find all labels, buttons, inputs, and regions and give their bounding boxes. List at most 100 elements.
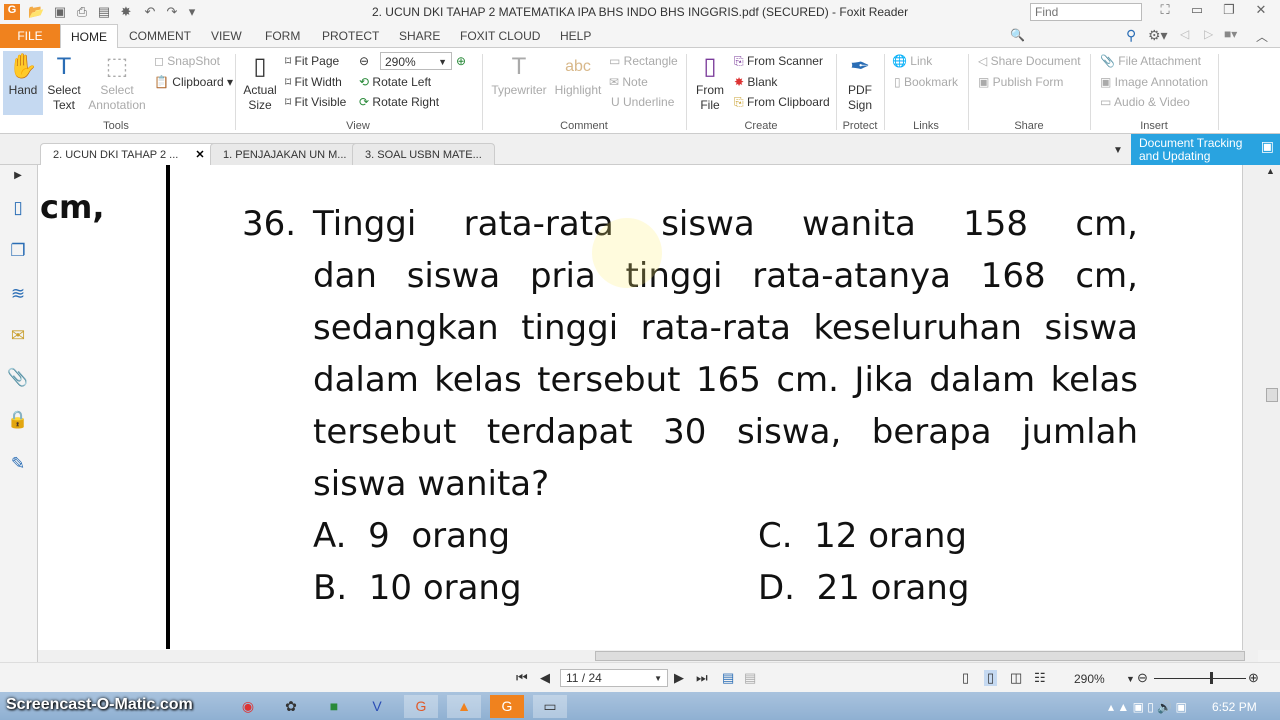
tab-help[interactable]: HELP [550, 24, 601, 48]
foxit-app-icon[interactable]: G [404, 695, 438, 718]
publish-form-button[interactable]: ▣ Publish Form [978, 73, 1063, 91]
app-window-icon[interactable]: ▭ [533, 695, 567, 718]
hand-button[interactable]: ✋ Hand [3, 51, 43, 115]
system-tray-icons[interactable]: ▴ ▲ ▣ ▯ 🔊 ▣ [1108, 700, 1187, 714]
bookmarks-icon[interactable]: ▯ [7, 198, 29, 220]
tab-view[interactable]: VIEW [201, 24, 252, 48]
app-icon[interactable]: ✿ [274, 695, 308, 718]
minimize-button[interactable]: ▭ [1182, 2, 1212, 22]
select-text-button[interactable]: T Select Text [44, 51, 84, 113]
continuous-page-icon[interactable]: ▯ [984, 670, 998, 686]
zoom-in-status-icon[interactable]: ⊕ [1248, 670, 1259, 686]
gear-icon[interactable]: ⚙▾ [1148, 27, 1168, 44]
zoom-in-icon[interactable]: ⊕ [456, 52, 466, 70]
next-view-icon[interactable]: ▤ [744, 670, 756, 686]
zoom-out-status-icon[interactable]: ⊖ [1137, 670, 1148, 686]
zoom-slider-thumb[interactable] [1210, 672, 1213, 684]
attachments-icon[interactable]: 📎 [7, 368, 29, 390]
fit-visible-button[interactable]: ⌑ Fit Visible [285, 93, 346, 111]
document-tracking-banner[interactable]: Document Tracking and Updating ▣ [1131, 134, 1280, 165]
layers-icon[interactable]: ≋ [7, 284, 29, 306]
previous-view-icon[interactable]: ▤ [722, 670, 734, 686]
zoom-select[interactable]: 290% ▼ [380, 52, 452, 70]
highlight-button[interactable]: abc Highlight [552, 51, 604, 98]
user-icon[interactable]: ■▾ [1224, 27, 1237, 41]
app-icon[interactable]: ■ [317, 695, 351, 718]
previous-page-icon[interactable]: ◀ [540, 670, 550, 686]
next-page-icon[interactable]: ▶ [674, 670, 684, 686]
select-annotation-button[interactable]: ⬚ Select Annotation [86, 51, 148, 113]
forward-icon[interactable]: ▷ [1204, 27, 1213, 41]
fit-width-button[interactable]: ⌑ Fit Width [285, 73, 342, 91]
collapse-ribbon-icon[interactable]: ︿ [1256, 28, 1268, 45]
comments-icon[interactable]: ✉ [7, 326, 29, 348]
doc-tab-2[interactable]: 1. PENJAJAKAN UN M... [210, 143, 360, 165]
zoom-slider[interactable] [1154, 678, 1246, 679]
horizontal-scroll-thumb[interactable] [595, 651, 1245, 661]
expand-panel-icon[interactable]: ▶ [7, 170, 29, 192]
find-input[interactable] [1030, 3, 1142, 21]
tab-foxit-cloud[interactable]: FOXIT CLOUD [450, 24, 550, 48]
tab-form[interactable]: FORM [255, 24, 310, 48]
tab-list-dropdown-icon[interactable]: ▼ [1113, 145, 1123, 156]
audio-video-button[interactable]: ▭ Audio & Video [1100, 93, 1190, 111]
tab-protect[interactable]: PROTECT [312, 24, 389, 48]
zoom-status[interactable]: 290% [1074, 672, 1105, 686]
foxit-reader-icon[interactable]: G [490, 695, 524, 718]
last-page-icon[interactable]: ⏭ [696, 670, 708, 686]
pages-icon[interactable]: ❐ [7, 241, 29, 263]
snapshot-button[interactable]: ◻ SnapShot [154, 52, 220, 70]
tab-comment[interactable]: COMMENT [119, 24, 201, 48]
doc-tab-1[interactable]: 2. UCUN DKI TAHAP 2 ... ✕ [40, 143, 218, 165]
chrome-icon[interactable]: ◉ [231, 695, 265, 718]
search-icon[interactable]: ⚲ [1126, 27, 1136, 44]
close-tab-icon[interactable]: ✕ [195, 149, 204, 161]
zoom-out-icon[interactable]: ⊖ [359, 52, 369, 70]
clipboard-button[interactable]: 📋 Clipboard ▾ [154, 73, 233, 91]
file-attachment-button[interactable]: 📎 File Attachment [1100, 52, 1201, 70]
back-icon[interactable]: ◁ [1180, 27, 1189, 41]
continuous-facing-icon[interactable]: ☷ [1034, 670, 1046, 686]
first-page-icon[interactable]: ⏮ [516, 670, 528, 686]
scroll-up-icon[interactable]: ▲ [1266, 166, 1275, 176]
label: Blank [747, 75, 778, 89]
signature-icon[interactable]: ✎ [7, 454, 29, 476]
fit-page-button[interactable]: ⌑ Fit Page [285, 52, 339, 70]
tab-share[interactable]: SHARE [389, 24, 450, 48]
actual-size-button[interactable]: ▯ Actual Size [242, 51, 278, 113]
rectangle-button[interactable]: ▭ Rectangle [609, 52, 678, 70]
from-clipboard-button[interactable]: ⎘ From Clipboard [734, 93, 830, 111]
tab-home[interactable]: HOME [60, 24, 118, 48]
vertical-scroll-thumb[interactable] [1266, 388, 1278, 402]
note-button[interactable]: ✉ Note [609, 73, 648, 91]
doc-tab-3[interactable]: 3. SOAL USBN MATE... [352, 143, 495, 165]
restore-button[interactable]: ❐ [1214, 2, 1244, 22]
visio-icon[interactable]: V [360, 695, 394, 718]
underline-button[interactable]: U Underline [611, 93, 674, 111]
security-lock-icon[interactable]: 🔒 [7, 410, 29, 432]
link-button[interactable]: 🌐 Link [892, 52, 932, 70]
fullscreen-icon[interactable]: ⛶ [1150, 2, 1180, 22]
file-icon: ▯ [703, 53, 717, 80]
rotate-left-button[interactable]: ⟲ Rotate Left [359, 73, 431, 91]
typewriter-button[interactable]: T Typewriter [490, 51, 548, 98]
find-folder-icon[interactable]: 🔍 [1010, 28, 1025, 42]
facing-page-icon[interactable]: ◫ [1010, 670, 1022, 686]
rotate-right-button[interactable]: ⟳ Rotate Right [359, 93, 439, 111]
vertical-scrollbar[interactable] [1242, 165, 1280, 650]
tab-file[interactable]: FILE [0, 24, 60, 48]
single-page-icon[interactable]: ▯ [962, 670, 969, 686]
zoom-dropdown-icon[interactable]: ▼ [1126, 674, 1135, 684]
bookmark-button[interactable]: ▯ Bookmark [894, 73, 958, 91]
blank-button[interactable]: ✸ Blank [734, 73, 777, 91]
pdf-sign-button[interactable]: ✒ PDF Sign [840, 51, 880, 113]
close-button[interactable]: ✕ [1246, 2, 1276, 22]
from-file-button[interactable]: ▯ From File [692, 51, 728, 113]
image-annotation-button[interactable]: ▣ Image Annotation [1100, 73, 1208, 91]
hand-icon: ✋ [8, 53, 38, 80]
clock[interactable]: 6:52 PM [1212, 700, 1257, 714]
share-document-button[interactable]: ◁ Share Document [978, 52, 1081, 70]
from-scanner-button[interactable]: ⎘ From Scanner [734, 52, 823, 70]
page-number-input[interactable]: 11 / 24 ▼ [560, 669, 668, 687]
vlc-icon[interactable]: ▲ [447, 695, 481, 718]
